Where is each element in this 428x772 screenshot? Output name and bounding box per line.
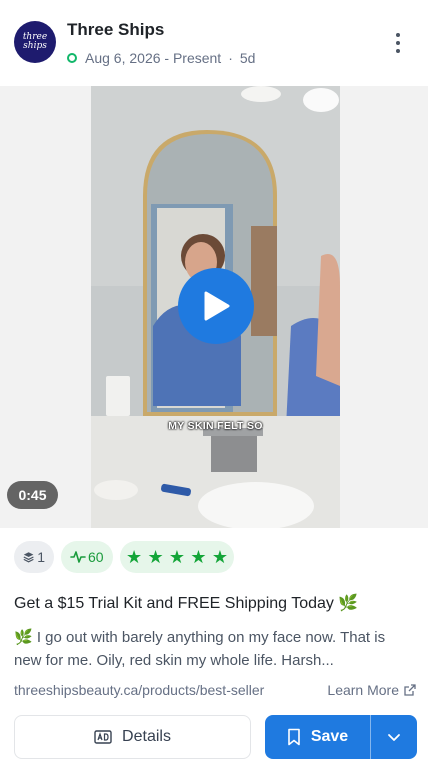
score-badge[interactable]: 60: [61, 541, 113, 573]
ad-age: 5d: [239, 50, 256, 66]
learn-more-label: Learn More: [327, 682, 399, 698]
star-icon: ★: [147, 547, 164, 567]
star-icon: ★: [126, 547, 143, 567]
ad-meta: Aug 6, 2026 - Present · 5d: [67, 50, 255, 66]
save-label: Save: [310, 728, 349, 745]
star-icon: ★: [190, 547, 207, 567]
details-button[interactable]: Details: [14, 715, 251, 759]
bookmark-icon: [288, 728, 300, 746]
ad-headline: Get a $15 Trial Kit and FREE Shipping To…: [14, 595, 359, 612]
save-button-group: Save: [265, 715, 417, 759]
play-button[interactable]: [178, 268, 254, 344]
chevron-down-icon: [388, 733, 400, 741]
avatar-line-2: ships: [23, 41, 47, 51]
active-status-icon: [67, 53, 77, 63]
video-caption: MY SKIN FELT SO: [168, 420, 263, 432]
more-options-icon[interactable]: [388, 30, 408, 56]
dot: [396, 33, 400, 37]
star-icon: ★: [211, 547, 228, 567]
video-duration: 0:45: [7, 481, 58, 509]
save-options-dropdown[interactable]: [371, 715, 417, 759]
avatar-logo-text: three ships: [23, 33, 47, 51]
variant-count-badge[interactable]: 1: [14, 541, 54, 573]
variant-count: 1: [37, 549, 45, 565]
landing-url[interactable]: threeshipsbeauty.ca/products/best-seller: [14, 682, 264, 698]
dot: [396, 41, 400, 45]
ad-link-row: threeshipsbeauty.ca/products/best-seller…: [14, 682, 416, 698]
activity-icon: [70, 551, 86, 563]
score-value: 60: [88, 549, 104, 565]
ad-media: MY SKIN FELT SO 0:45: [0, 86, 428, 528]
details-label: Details: [122, 728, 171, 745]
ad-body-text: 🌿 I go out with barely anything on my fa…: [14, 629, 386, 669]
brand-name[interactable]: Three Ships: [67, 20, 164, 40]
star-icon: ★: [168, 547, 186, 567]
date-range: Aug 6, 2026 - Present: [85, 50, 222, 66]
ad-icon: [94, 730, 112, 744]
save-button[interactable]: Save: [265, 715, 370, 759]
layers-icon: [23, 552, 34, 563]
learn-more-link[interactable]: Learn More: [327, 682, 416, 698]
ad-stats: 1 60 ★ ★ ★ ★ ★: [14, 541, 241, 573]
rating-badge: ★ ★ ★ ★ ★: [120, 541, 234, 573]
meta-separator: ·: [228, 50, 233, 66]
brand-avatar[interactable]: three ships: [14, 21, 56, 63]
play-icon: [204, 291, 230, 321]
ad-card-header: three ships Three Ships Aug 6, 2026 - Pr…: [0, 0, 428, 86]
dot: [396, 49, 400, 53]
external-link-icon: [404, 683, 416, 696]
